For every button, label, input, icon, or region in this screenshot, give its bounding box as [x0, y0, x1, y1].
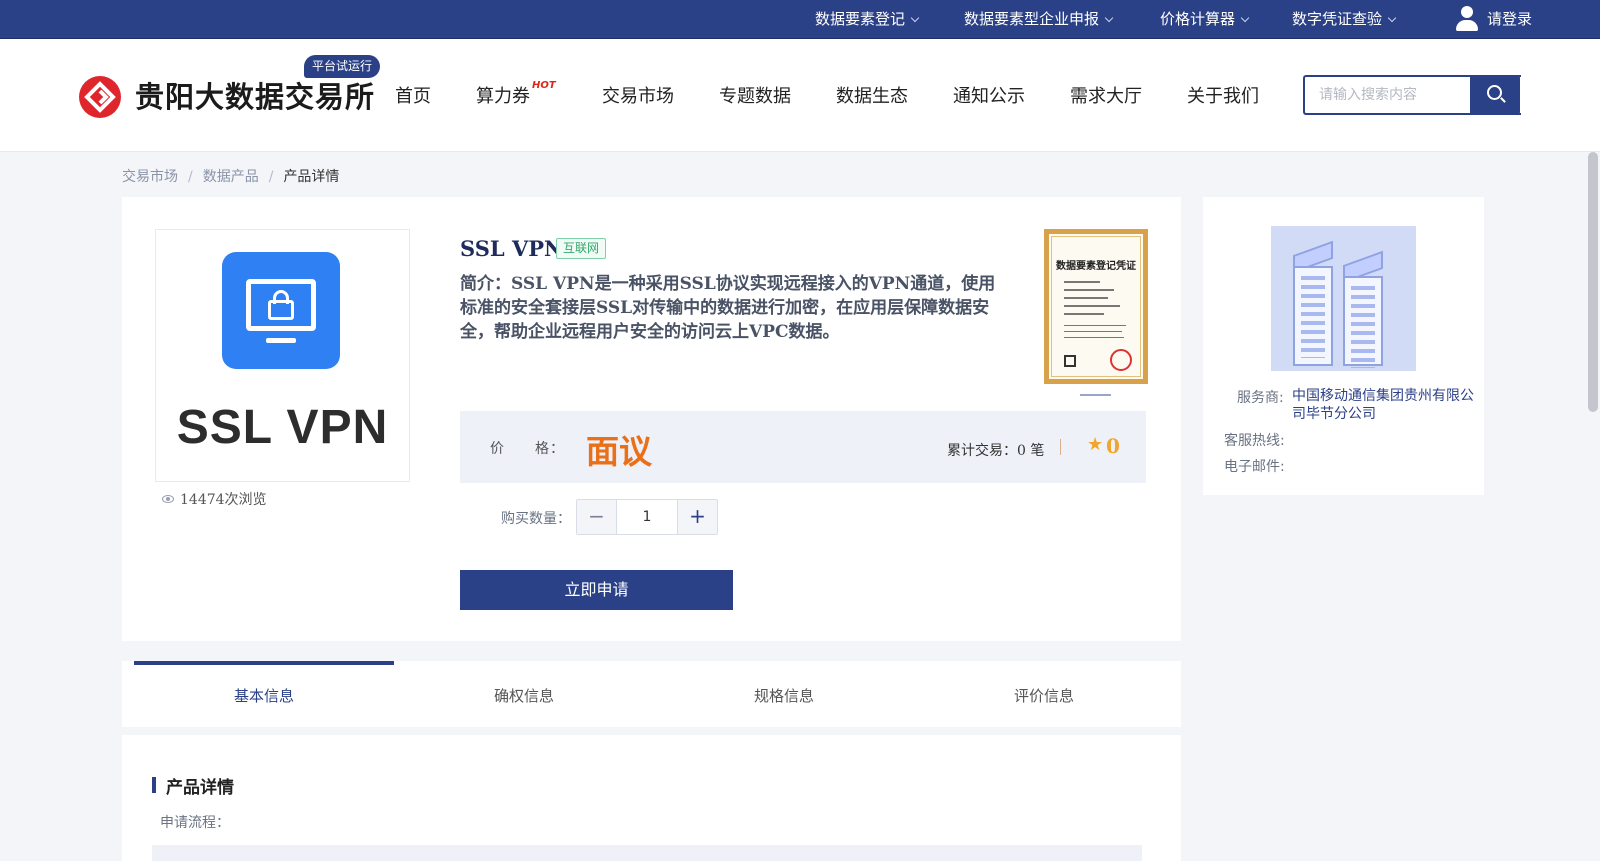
apply-now-button[interactable]: 立即申请	[460, 570, 733, 610]
chevron-down-icon	[1104, 13, 1114, 23]
decrement-button[interactable]: −	[577, 500, 617, 534]
nav-compute-voucher[interactable]: 算力券 HOT	[476, 80, 556, 108]
seal-icon	[1110, 349, 1132, 371]
tab-basic-info[interactable]: 基本信息	[134, 661, 394, 727]
product-image: SSL VPN	[155, 229, 410, 482]
nav-label: 算力券	[476, 86, 530, 107]
provider-name[interactable]: 中国移动通信集团贵州有限公司毕节分公司	[1292, 387, 1478, 423]
site-header: 贵阳大数据交易所 平台试运行 首页 算力券 HOT 交易市场 专题数据 数据生态 …	[0, 39, 1600, 152]
product-title: SSL VPN	[460, 236, 564, 261]
tab-review-info[interactable]: 评价信息	[914, 661, 1174, 727]
building-icon	[1271, 226, 1416, 371]
nav-data-ecosystem[interactable]: 数据生态	[836, 82, 908, 108]
certificate-title: 数据要素登记凭证	[1056, 261, 1136, 272]
top-bar: 数据要素登记 数据要素型企业申报 价格计算器 数字凭证查验 请登录	[0, 0, 1600, 39]
tab-rights-info[interactable]: 确权信息	[394, 661, 654, 727]
rating-value: 0	[1106, 434, 1120, 458]
page-scrollbar[interactable]	[1588, 152, 1598, 412]
product-card: SSL VPN 14474次浏览 SSL VPN 互联网 简介：SSL VPN是…	[122, 197, 1181, 641]
trial-badge: 平台试运行	[304, 55, 381, 78]
nav-home[interactable]: 首页	[395, 82, 431, 108]
topbar-menu-label: 数据要素型企业申报	[964, 10, 1100, 28]
topbar-menu-label: 数据要素登记	[815, 10, 906, 28]
application-process-label: 申请流程：	[160, 815, 230, 831]
topbar-menu-label: 价格计算器	[1160, 10, 1236, 28]
nav-topic-data[interactable]: 专题数据	[719, 82, 791, 108]
star-icon: ★	[1087, 434, 1104, 455]
product-image-text: SSL VPN	[176, 401, 389, 454]
hotline-label: 客服热线:	[1224, 430, 1285, 450]
info-tabs: 基本信息 确权信息 规格信息 评价信息	[122, 661, 1181, 727]
email-label: 电子邮件:	[1224, 456, 1285, 476]
chevron-down-icon	[1387, 13, 1397, 23]
qr-code-icon	[1064, 355, 1076, 367]
logo-icon[interactable]	[79, 76, 121, 118]
view-count: 14474次浏览	[162, 489, 267, 509]
price-value: 面议	[586, 432, 652, 471]
login-link[interactable]: 请登录	[1487, 0, 1532, 39]
quantity-input[interactable]	[618, 500, 676, 534]
product-detail-section: 产品详情 申请流程：	[122, 735, 1181, 861]
section-title: 产品详情	[166, 778, 234, 798]
chevron-down-icon	[1240, 13, 1250, 23]
tab-spec-info[interactable]: 规格信息	[654, 661, 914, 727]
user-icon[interactable]	[1455, 6, 1479, 32]
breadcrumb-data-products[interactable]: 数据产品	[203, 169, 259, 185]
category-tag: 互联网	[556, 238, 607, 259]
breadcrumb-separator: /	[268, 169, 274, 185]
breadcrumb-separator: /	[188, 169, 193, 185]
hotline-label-text: 客服热线:	[1224, 433, 1285, 449]
topbar-menu-enterprise-declaration[interactable]: 数据要素型企业申报	[964, 0, 1114, 39]
section-accent-bar	[152, 777, 156, 793]
quantity-stepper: − +	[576, 499, 718, 535]
breadcrumb-current: 产品详情	[283, 169, 340, 185]
vpn-lock-icon	[222, 252, 340, 369]
provider-card: 服务商: 中国移动通信集团贵州有限公司毕节分公司 客服热线: 电子邮件:	[1203, 197, 1484, 495]
site-logo-text[interactable]: 贵阳大数据交易所	[135, 74, 375, 116]
quantity-label: 购买数量：	[501, 511, 571, 527]
provider-label: 服务商:	[1237, 387, 1284, 407]
certificate-indicator	[1080, 394, 1111, 396]
price-panel: 价 格： 面议 累计交易：0 笔 ★ 0	[460, 411, 1146, 483]
view-count-text: 14474次浏览	[180, 492, 267, 508]
breadcrumb: 交易市场 / 数据产品 / 产品详情	[122, 166, 339, 186]
chevron-down-icon	[910, 13, 920, 23]
nav-trading-market[interactable]: 交易市场	[602, 82, 674, 108]
topbar-menu-certificate-check[interactable]: 数字凭证查验	[1292, 0, 1397, 39]
nav-about-us[interactable]: 关于我们	[1187, 82, 1259, 108]
provider-label-text: 服务商:	[1237, 390, 1284, 406]
product-intro: 简介：SSL VPN是一种采用SSL协议实现远程接入的VPN通道，使用标准的安全…	[460, 274, 996, 342]
trade-count: 累计交易：0 笔	[947, 443, 1045, 459]
nav-demand-hall[interactable]: 需求大厅	[1070, 82, 1142, 108]
application-process-panel	[152, 845, 1142, 861]
certificate-thumbnail[interactable]: 数据要素登记凭证	[1044, 229, 1148, 384]
search-button[interactable]	[1470, 75, 1520, 115]
topbar-menu-price-calculator[interactable]: 价格计算器	[1160, 0, 1250, 39]
topbar-menu-data-registration[interactable]: 数据要素登记	[815, 0, 920, 39]
divider	[1060, 439, 1061, 455]
increment-button[interactable]: +	[677, 500, 717, 534]
provider-name-text: 中国移动通信集团贵州有限公司毕节分公司	[1292, 388, 1474, 422]
nav-notices[interactable]: 通知公示	[953, 82, 1025, 108]
breadcrumb-trading-market[interactable]: 交易市场	[122, 169, 178, 185]
topbar-menu-label: 数字凭证查验	[1292, 10, 1383, 28]
hot-badge: HOT	[532, 80, 556, 91]
price-label: 价 格：	[490, 441, 565, 457]
email-label-text: 电子邮件:	[1224, 459, 1285, 475]
eye-icon	[162, 495, 174, 503]
